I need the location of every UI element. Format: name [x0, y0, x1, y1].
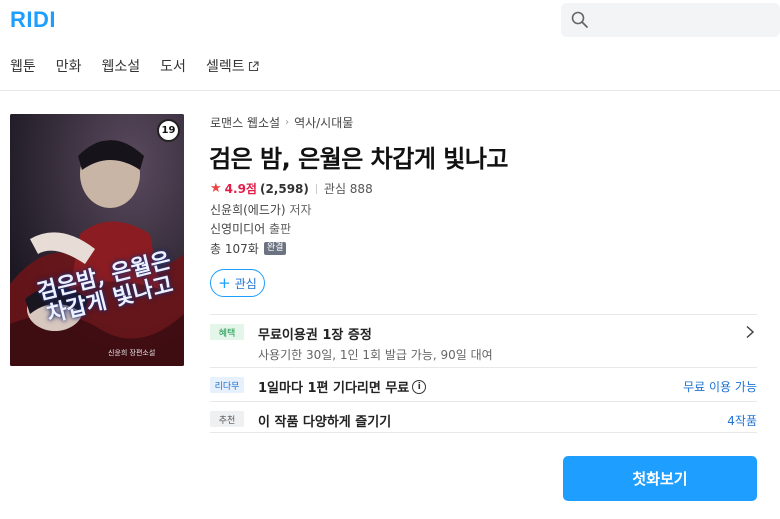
breadcrumb-genre[interactable]: 역사/시대물 — [294, 114, 353, 131]
wait-free-action[interactable]: 무료 이용 가능 — [683, 378, 757, 395]
tab-label: 웹툰 — [10, 59, 36, 75]
breadcrumb: 로맨스 웹소설 › 역사/시대물 — [210, 114, 353, 131]
wait-free-title-wrap: 1일마다 1편 기다리면 무료 i — [258, 377, 427, 396]
recommend-title: 이 작품 다양하게 즐기기 — [258, 415, 392, 430]
book-title: 검은 밤, 은월은 차갑게 빛나고 — [209, 145, 509, 173]
wait-free-row[interactable]: 리다무 1일마다 1편 기다리면 무료 i 무료 이용 가능 — [210, 367, 757, 401]
star-icon: ★ — [210, 181, 222, 196]
favorite-button-label: 관심 — [234, 276, 257, 291]
main-nav: 웹툰 만화 웹소설 도서 셀렉트 — [10, 56, 259, 76]
benefit-title: 무료이용권 1장 증정 — [258, 328, 372, 343]
tab-books[interactable]: 도서 — [160, 56, 186, 76]
ridi-logo[interactable]: RIDI — [10, 7, 56, 33]
read-first-episode-button[interactable]: 첫화보기 — [563, 456, 757, 501]
publisher-line: 신영미디어 출판 — [210, 220, 291, 237]
author-name[interactable]: 신윤희(에드가) — [210, 203, 286, 217]
cover-author-art: 신윤희 장편소설 — [108, 349, 156, 357]
cover-art — [10, 114, 184, 366]
author-role: 저자 — [289, 203, 312, 217]
chevron-right-icon — [746, 325, 755, 339]
publisher-name[interactable]: 신영미디어 — [210, 222, 265, 236]
publisher-role: 출판 — [269, 222, 292, 236]
tab-webtoon[interactable]: 웹툰 — [10, 56, 36, 76]
tab-label: 도서 — [160, 59, 186, 75]
breadcrumb-category[interactable]: 로맨스 웹소설 — [210, 114, 280, 131]
wait-free-title: 1일마다 1편 기다리면 무료 — [258, 381, 410, 396]
header-divider — [0, 90, 780, 91]
tab-label: 만화 — [55, 59, 82, 75]
chevron-right-icon: › — [285, 117, 290, 128]
external-link-icon — [248, 60, 259, 71]
benefit-detail: 사용기한 30일, 1인 1회 발급 가능, 90일 대여 — [258, 348, 493, 362]
recommend-tag: 추천 — [210, 411, 244, 427]
book-cover[interactable]: 검은밤, 은월은차갑게 빛나고 신윤희 장편소설 — [10, 114, 184, 366]
tab-webnovel[interactable]: 웹소설 — [102, 56, 141, 76]
search-icon — [571, 11, 588, 28]
tab-label: 셀렉트 — [205, 59, 245, 75]
plus-icon: + — [218, 273, 231, 292]
favorite-count: 관심 888 — [323, 182, 373, 196]
age-rating-badge: 19 — [157, 119, 180, 142]
episode-count: 총 107화 — [210, 242, 259, 256]
completed-badge: 완결 — [263, 242, 287, 255]
add-favorite-button[interactable]: + 관심 — [210, 269, 265, 297]
recommend-row[interactable]: 추천 이 작품 다양하게 즐기기 4작품 — [210, 401, 757, 433]
wait-free-tag: 리다무 — [210, 377, 244, 393]
search-input[interactable] — [561, 3, 780, 37]
rating-score: 4.9점 — [224, 182, 257, 196]
divider — [315, 183, 317, 194]
author-line: 신윤희(에드가) 저자 — [210, 201, 312, 218]
benefit-tag: 혜택 — [210, 324, 244, 340]
info-icon[interactable]: i — [412, 379, 427, 394]
episode-line: 총 107화 완결 — [210, 240, 287, 257]
tab-select[interactable]: 셀렉트 — [206, 56, 259, 76]
tab-label: 웹소설 — [101, 59, 141, 75]
recommend-action[interactable]: 4작품 — [727, 412, 757, 429]
rating-count[interactable]: (2,598) — [260, 182, 309, 196]
benefit-list: 혜택 무료이용권 1장 증정 사용기한 30일, 1인 1회 발급 가능, 90… — [210, 314, 757, 433]
benefit-row[interactable]: 혜택 무료이용권 1장 증정 사용기한 30일, 1인 1회 발급 가능, 90… — [210, 314, 757, 367]
tab-comics[interactable]: 만화 — [56, 56, 82, 76]
rating-summary: ★ 4.9점 (2,598) 관심 888 — [210, 180, 373, 197]
